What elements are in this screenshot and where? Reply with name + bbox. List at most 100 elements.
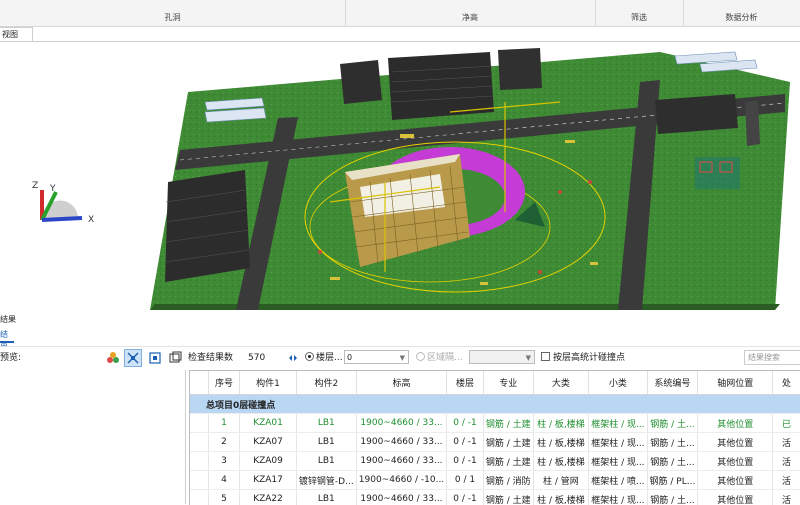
table-cell: 柱 / 板,楼梯 <box>533 433 589 452</box>
row-spacer <box>190 433 208 452</box>
table-cell: 已 <box>773 414 800 433</box>
table-cell: 柱 / 板,楼梯 <box>533 490 589 505</box>
column-header[interactable]: 处 <box>773 371 800 395</box>
group-row[interactable]: 总项目0层碰撞点 <box>190 395 800 414</box>
column-header[interactable]: 序号 <box>208 371 239 395</box>
search-placeholder: 结果搜索 <box>748 353 780 362</box>
axis-y-label: Y <box>49 184 56 194</box>
row-spacer <box>190 471 208 490</box>
table-row[interactable]: 1KZA01LB11900~4660 / 33...0 / -1钢筋 / 土建柱… <box>190 414 800 433</box>
column-header[interactable]: 专业 <box>483 371 533 395</box>
table-cell: 框架柱 / 现... <box>589 433 647 452</box>
table-row[interactable]: 5KZA22LB11900~4660 / 33...0 / -1钢筋 / 土建柱… <box>190 490 800 505</box>
column-header[interactable]: 小类 <box>589 371 647 395</box>
table-cell: 0 / -1 <box>447 414 484 433</box>
window-view-button[interactable] <box>166 349 184 367</box>
table-cell: 钢筋 / PL... <box>647 471 698 490</box>
column-header[interactable]: 大类 <box>533 371 589 395</box>
table-cell: LB1 <box>296 452 356 471</box>
result-count-value: 570 <box>248 351 265 365</box>
table-cell: KZA17 <box>240 471 297 490</box>
table-cell: 1900~4660 / 33... <box>356 433 446 452</box>
view-tab[interactable]: 视图 <box>0 27 33 42</box>
axis-gizmo: Z Y X <box>32 181 94 225</box>
chevron-down-icon: ▼ <box>526 351 531 365</box>
table-header-row: 序号构件1构件2标高楼层专业大类小类系统编号轴网位置处 <box>190 371 800 395</box>
column-header[interactable]: 标高 <box>356 371 446 395</box>
column-header[interactable]: 系统编号 <box>647 371 698 395</box>
frame-view-button[interactable] <box>146 349 164 367</box>
table-cell: 活 <box>773 490 800 505</box>
table-cell: 活 <box>773 471 800 490</box>
table-cell: LB1 <box>296 490 356 505</box>
table-cell: 钢筋 / 土... <box>647 452 698 471</box>
result-search-input[interactable]: 结果搜索 <box>744 350 800 365</box>
table-cell: 钢筋 / 土建 <box>483 414 533 433</box>
table-cell: 钢筋 / 土... <box>647 433 698 452</box>
floor-select-value: 0 <box>347 353 352 362</box>
table-cell: 框架柱 / 现... <box>589 452 647 471</box>
site-model-render: Z Y X <box>0 42 800 310</box>
frame-icon <box>147 350 163 366</box>
table-cell: 5 <box>208 490 239 505</box>
table-cell: 框架柱 / 喷... <box>589 471 647 490</box>
table-cell: 框架柱 / 现... <box>589 414 647 433</box>
table-cell: 1900~4660 / -10... <box>356 471 446 490</box>
results-table-container: 序号构件1构件2标高楼层专业大类小类系统编号轴网位置处 总项目0层碰撞点1KZA… <box>189 370 800 505</box>
table-cell: 钢筋 / 土... <box>647 490 698 505</box>
zone-select[interactable]: ▼ <box>469 350 535 364</box>
table-cell: 其他位置 <box>698 490 773 505</box>
table-cell: 镀锌钢管-D... <box>296 471 356 490</box>
table-cell: 其他位置 <box>698 452 773 471</box>
table-cell: 活 <box>773 433 800 452</box>
table-cell: 柱 / 管网 <box>533 471 589 490</box>
view-tab-label: 视图 <box>2 30 18 39</box>
table-cell: LB1 <box>296 433 356 452</box>
table-row[interactable]: 2KZA07LB11900~4660 / 33...0 / -1钢筋 / 土建柱… <box>190 433 800 452</box>
zone-radio[interactable] <box>416 352 425 361</box>
column-header[interactable]: 构件1 <box>240 371 297 395</box>
table-cell: 钢筋 / 土建 <box>483 490 533 505</box>
expand-arrows-icon <box>125 350 141 366</box>
preview-pane <box>0 370 186 504</box>
ribbon-group-clearance[interactable]: 净高 <box>345 0 596 26</box>
floor-select[interactable]: 0▼ <box>344 350 409 364</box>
table-cell: 钢筋 / 土... <box>647 414 698 433</box>
color-mode-button[interactable] <box>104 349 122 367</box>
chevron-down-icon: ▼ <box>400 351 405 365</box>
column-header[interactable]: 构件2 <box>296 371 356 395</box>
table-cell: LB1 <box>296 414 356 433</box>
table-cell: KZA07 <box>240 433 297 452</box>
table-cell: 其他位置 <box>698 471 773 490</box>
floor-radio-label: 楼层... <box>316 351 343 365</box>
table-cell: 0 / -1 <box>447 490 484 505</box>
table-cell: 4 <box>208 471 239 490</box>
tab-results[interactable]: 结果 <box>0 328 14 343</box>
table-cell: 框架柱 / 现... <box>589 490 647 505</box>
floor-height-checkbox[interactable] <box>541 352 550 361</box>
panel-title: 结果 <box>0 315 16 324</box>
3d-viewport[interactable]: Z Y X <box>0 42 800 310</box>
axis-x-label: X <box>88 215 94 225</box>
table-cell: 1900~4660 / 33... <box>356 414 446 433</box>
results-table: 序号构件1构件2标高楼层专业大类小类系统编号轴网位置处 总项目0层碰撞点1KZA… <box>190 371 800 505</box>
fit-view-button[interactable] <box>124 349 142 367</box>
table-row[interactable]: 3KZA09LB11900~4660 / 33...0 / -1钢筋 / 土建柱… <box>190 452 800 471</box>
table-cell: KZA01 <box>240 414 297 433</box>
table-cell: 1 <box>208 414 239 433</box>
table-cell: 柱 / 板,楼梯 <box>533 452 589 471</box>
table-cell: 3 <box>208 452 239 471</box>
table-cell: 0 / -1 <box>447 433 484 452</box>
column-header[interactable]: 楼层 <box>447 371 484 395</box>
ribbon-group-analysis[interactable]: 数据分析 <box>683 0 800 26</box>
ribbon-group-holes[interactable]: 孔洞 <box>0 0 346 26</box>
ribbon-group-filter[interactable]: 筛选 <box>595 0 684 26</box>
table-cell: 钢筋 / 土建 <box>483 452 533 471</box>
row-spacer <box>190 452 208 471</box>
column-header[interactable]: 轴网位置 <box>698 371 773 395</box>
row-spacer <box>190 490 208 505</box>
table-row[interactable]: 4KZA17镀锌钢管-D...1900~4660 / -10...0 / 1钢筋… <box>190 471 800 490</box>
table-cell: KZA09 <box>240 452 297 471</box>
floor-radio[interactable] <box>305 352 314 361</box>
double-arrow-icon[interactable] <box>288 353 298 363</box>
